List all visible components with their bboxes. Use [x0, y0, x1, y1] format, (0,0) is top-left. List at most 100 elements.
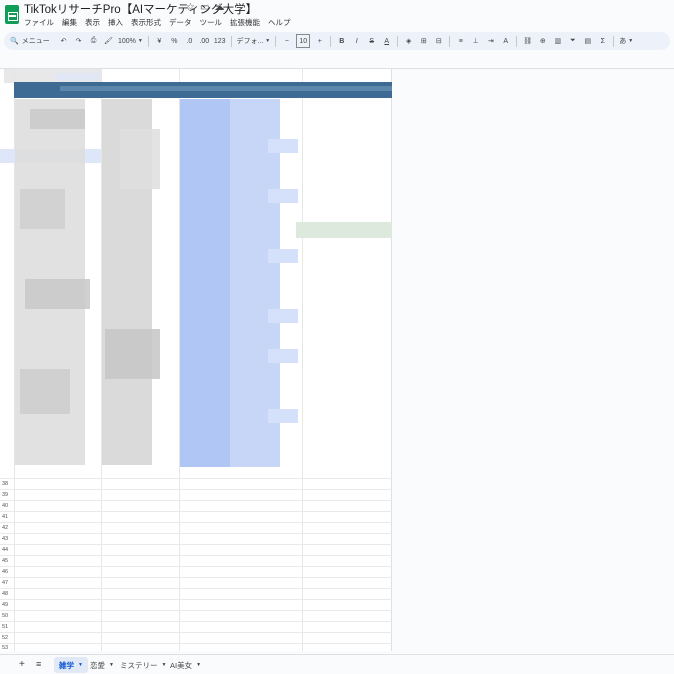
percent-button[interactable]: % [169, 34, 180, 48]
strikethrough-button[interactable]: S [366, 34, 377, 48]
sheet-tab-ai-bijo[interactable]: AI美女 ▼ [165, 657, 206, 673]
merge-cells-icon[interactable]: ⊟ [433, 34, 444, 48]
font-size-decrease-button[interactable]: − [281, 34, 292, 48]
row-divider [0, 643, 392, 644]
row-divider [0, 599, 392, 600]
row-divider [0, 489, 392, 490]
menu-data[interactable]: データ [169, 17, 192, 28]
sheets-logo-icon[interactable] [5, 5, 19, 24]
title-icons: ☆ ▭ ☁ [186, 2, 224, 13]
search-menu-button[interactable]: 🔍 メニュー [10, 34, 54, 48]
menu-bar: ファイル 編集 表示 挿入 表示形式 データ ツール 拡張機能 ヘルプ [24, 17, 291, 28]
chevron-down-icon: ▼ [196, 662, 202, 668]
row-header[interactable]: 51 [0, 624, 13, 630]
fill-color-icon[interactable]: ◈ [403, 34, 414, 48]
row-header[interactable]: 50 [0, 613, 13, 619]
currency-button[interactable]: ¥ [154, 34, 165, 48]
blurred-cell [268, 349, 298, 363]
row-divider [0, 621, 392, 622]
row-header[interactable]: 52 [0, 635, 13, 641]
bold-button[interactable]: B [336, 34, 347, 48]
horizontal-align-icon[interactable]: ≡ [455, 34, 466, 48]
menu-extensions[interactable]: 拡張機能 [230, 17, 260, 28]
header-band-detail [60, 86, 392, 91]
input-tools-button[interactable]: あ ▼ [619, 34, 633, 48]
print-icon[interactable]: ⎙ [88, 34, 99, 48]
row-header[interactable]: 48 [0, 591, 13, 597]
formula-bar[interactable] [0, 55, 674, 69]
divider [397, 35, 399, 47]
font-select[interactable]: デフォ... ▼ [237, 34, 271, 48]
insert-comment-icon[interactable]: ⊕ [537, 34, 548, 48]
sheet-tab-mystery[interactable]: ミステリー ▼ [115, 657, 171, 673]
all-sheets-icon[interactable]: ≡ [36, 659, 41, 669]
row-divider [0, 522, 392, 523]
highlighted-cell [296, 222, 392, 238]
menu-format[interactable]: 表示形式 [131, 17, 161, 28]
text-wrap-icon[interactable]: ⇥ [485, 34, 496, 48]
row-header[interactable]: 45 [0, 558, 13, 564]
row-divider [0, 632, 392, 633]
star-icon[interactable]: ☆ [186, 2, 195, 13]
cloud-status-icon[interactable]: ☁ [214, 2, 224, 13]
divider [275, 35, 277, 47]
menu-view[interactable]: 表示 [85, 17, 100, 28]
row-header[interactable]: 40 [0, 503, 13, 509]
paint-format-icon[interactable]: 🖌 [103, 34, 114, 48]
menu-file[interactable]: ファイル [24, 17, 54, 28]
divider [230, 35, 232, 47]
undo-icon[interactable]: ↶ [58, 34, 69, 48]
sheet-tab-zatsugaku[interactable]: 雑学 ▼ [54, 657, 88, 673]
menu-edit[interactable]: 編集 [62, 17, 77, 28]
divider [449, 35, 451, 47]
row-header[interactable]: 47 [0, 580, 13, 586]
filter-icon[interactable]: ⏷ [567, 34, 578, 48]
row-header[interactable]: 44 [0, 547, 13, 553]
divider [147, 35, 149, 47]
row-header[interactable]: 42 [0, 525, 13, 531]
row-divider [0, 555, 392, 556]
increase-decimal-button[interactable]: .00 [199, 34, 210, 48]
insert-link-icon[interactable]: ⛓ [522, 34, 533, 48]
blurred-cell [20, 369, 70, 414]
text-color-button[interactable]: A [381, 34, 392, 48]
sheet-tab-renai[interactable]: 恋愛 ▼ [85, 657, 119, 673]
sheet-grid[interactable]: 38 39 40 41 42 43 44 45 46 47 48 49 50 5… [0, 69, 392, 651]
decrease-decimal-button[interactable]: .0 [184, 34, 195, 48]
row-header[interactable]: 41 [0, 514, 13, 520]
text-rotate-icon[interactable]: A [500, 34, 511, 48]
row-header[interactable]: 39 [0, 492, 13, 498]
add-sheet-icon[interactable]: + [19, 659, 25, 670]
spreadsheet-app: TikTokリサーチPro【AIマーケティング大学】 ☆ ▭ ☁ ファイル 編集… [0, 0, 674, 674]
move-folder-icon[interactable]: ▭ [200, 2, 209, 13]
row-divider [0, 478, 392, 479]
row-divider [0, 566, 392, 567]
row-header[interactable]: 43 [0, 536, 13, 542]
font-size-increase-button[interactable]: + [314, 34, 325, 48]
borders-icon[interactable]: ⊞ [418, 34, 429, 48]
zoom-select[interactable]: 100% ▼ [118, 34, 143, 48]
italic-button[interactable]: I [351, 34, 362, 48]
row-header[interactable]: 46 [0, 569, 13, 575]
font-size-input[interactable]: 10 [296, 34, 311, 48]
row-header[interactable]: 38 [0, 481, 13, 487]
blurred-cell [55, 73, 100, 81]
redo-icon[interactable]: ↷ [73, 34, 84, 48]
chevron-down-icon: ▼ [78, 662, 83, 668]
functions-button[interactable]: Σ [597, 34, 608, 48]
menu-insert[interactable]: 挿入 [108, 17, 123, 28]
menu-help[interactable]: ヘルプ [268, 17, 291, 28]
row-header[interactable]: 49 [0, 602, 13, 608]
blurred-cell [268, 409, 298, 423]
number-format-button[interactable]: 123 [214, 34, 226, 48]
insert-chart-icon[interactable]: ▥ [552, 34, 563, 48]
blurred-cell [268, 139, 298, 153]
blurred-cell [20, 189, 65, 229]
blurred-cell [268, 309, 298, 323]
filter-views-icon[interactable]: ▤ [582, 34, 593, 48]
chevron-down-icon: ▼ [109, 662, 114, 668]
row-header[interactable]: 53 [0, 645, 13, 651]
vertical-align-icon[interactable]: ⊥ [470, 34, 481, 48]
divider [330, 35, 332, 47]
menu-tools[interactable]: ツール [200, 17, 223, 28]
